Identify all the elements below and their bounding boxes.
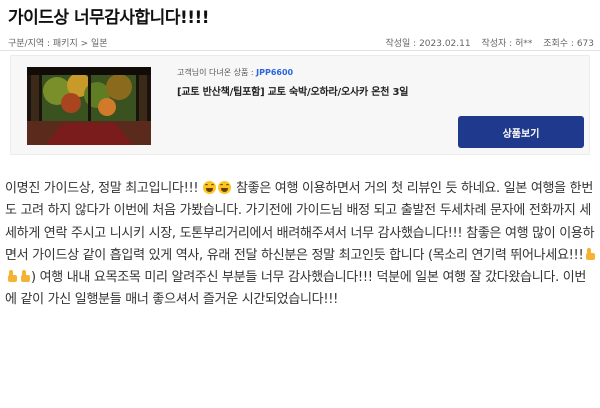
japanese-garden-photo-icon	[27, 67, 151, 145]
review-text-part3: ) 여행 내내 요목조목 미리 알려주신 부분들 너무 감사했습니다!!! 덕분…	[5, 270, 587, 308]
review-text-part1: 이명진 가이드상, 정말 최고입니다!!!	[5, 181, 199, 196]
product-name-link[interactable]: [교토 반산책/팁포함] 교토 숙박/오하라/오사카 온천 3일	[177, 83, 408, 98]
post-stats: 작성일 : 2023.02.11 작성자 : 허** 조회수 : 673	[385, 36, 594, 49]
post-date: 작성일 : 2023.02.11	[385, 39, 471, 49]
product-card: 고객님이 다녀온 상품 : JPP6600 [교토 반산책/팁포함] 교토 숙박…	[10, 55, 590, 155]
divider	[0, 50, 600, 51]
review-body: 이명진 가이드상, 정말 최고입니다!!! 참좋은 여행 이용하면서 거의 첫 …	[5, 178, 597, 312]
grinning-squinting-face-icon	[203, 181, 217, 194]
product-thumbnail[interactable]	[27, 67, 151, 145]
view-product-button[interactable]: 상품보기	[458, 116, 584, 148]
post-author: 작성자 : 허**	[481, 39, 533, 49]
product-code: JPP6600	[256, 68, 294, 77]
meta-bar: 구분/지역 : 패키지 > 일본 작성일 : 2023.02.11 작성자 : …	[0, 32, 600, 50]
product-label-prefix: 고객님이 다녀온 상품 :	[177, 68, 254, 77]
product-label: 고객님이 다녀온 상품 : JPP6600	[177, 67, 293, 78]
breadcrumb: 구분/지역 : 패키지 > 일본	[8, 39, 108, 49]
page-title: 가이드상 너무감사합니다!!!!	[8, 8, 209, 28]
post-views: 조회수 : 673	[543, 39, 594, 49]
thumbs-up-icon	[19, 270, 30, 283]
thumbs-up-icon	[584, 247, 596, 260]
grinning-squinting-face-icon	[218, 181, 232, 194]
thumbs-up-icon	[6, 270, 17, 283]
